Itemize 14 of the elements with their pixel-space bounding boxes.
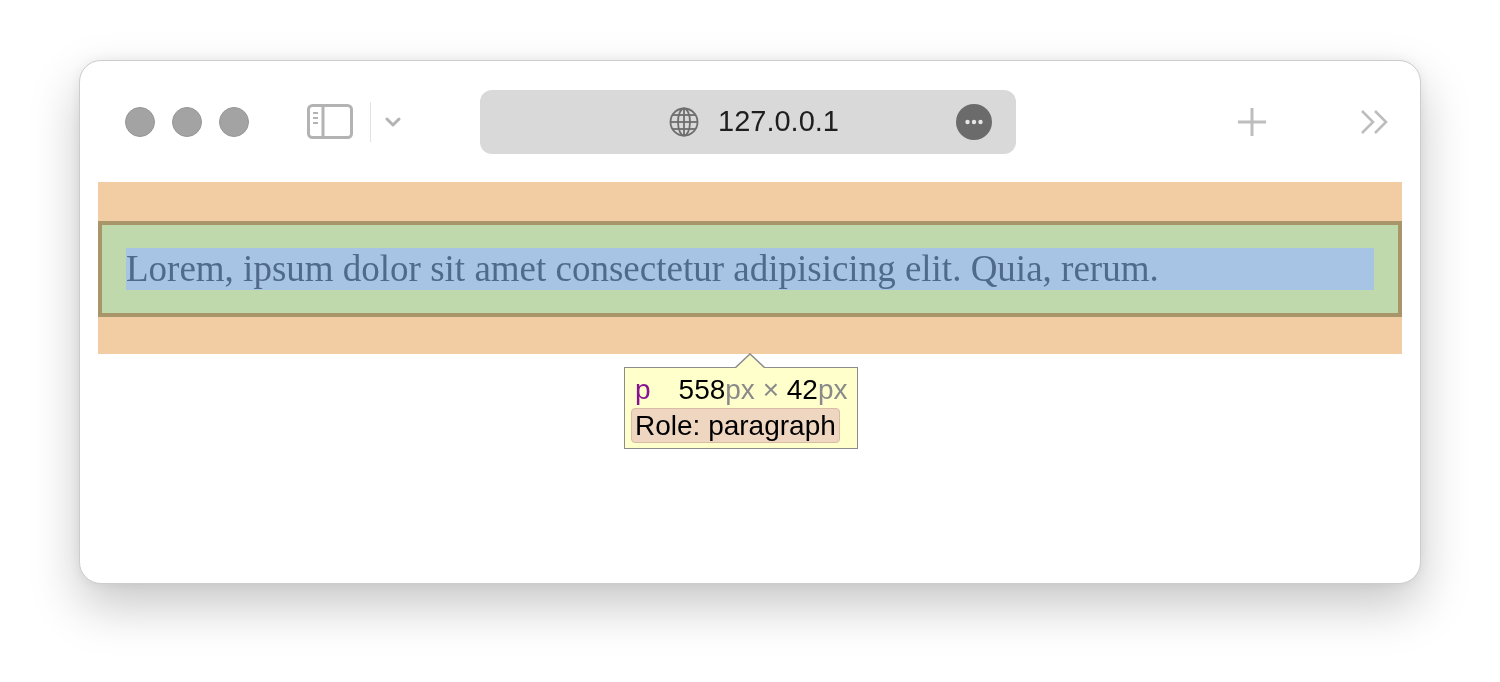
globe-icon [669, 106, 699, 137]
dimensions-label: 558px × 42px [678, 374, 848, 406]
paragraph-text: Lorem, ipsum dolor sit amet consectetur adipisicing elit. Quia, rerum. [126, 248, 1374, 290]
element-tag: p [635, 374, 651, 406]
zoom-button[interactable] [219, 106, 249, 137]
minimize-button[interactable] [172, 106, 202, 137]
role-badge: Role: paragraph [631, 408, 840, 443]
double-chevron-icon[interactable] [1360, 108, 1390, 135]
close-button[interactable] [125, 106, 155, 137]
plus-icon[interactable] [1237, 106, 1267, 137]
address-bar[interactable]: 127.0.0.1 [480, 89, 1016, 154]
chevron-down-icon[interactable] [385, 116, 401, 127]
more-icon[interactable] [956, 103, 992, 140]
sidebar-icon[interactable] [307, 104, 353, 139]
